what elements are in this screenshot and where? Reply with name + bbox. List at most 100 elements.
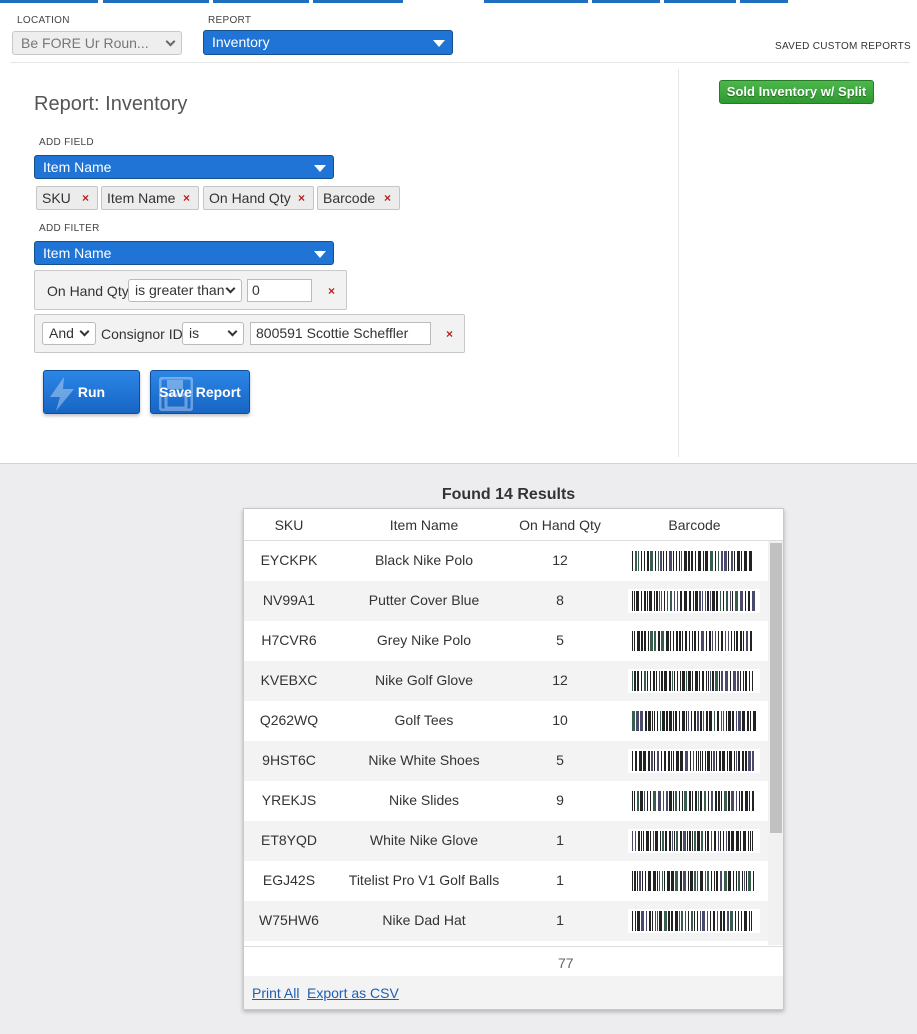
caret-down-icon <box>314 165 326 172</box>
filter-field: Consignor ID <box>101 326 183 342</box>
print-all-link[interactable]: Print All <box>252 985 299 1001</box>
table-footer: 77 <box>244 946 783 976</box>
column-header-sku[interactable]: SKU <box>244 517 334 533</box>
results-count: Found 14 Results <box>441 486 576 503</box>
filter-operator-select[interactable]: is <box>182 322 244 345</box>
report-select[interactable]: Inventory <box>203 30 453 55</box>
remove-icon[interactable]: × <box>298 187 305 209</box>
cell-on-hand-qty: 1 <box>556 832 564 848</box>
add-filter-value: Item Name <box>43 245 112 261</box>
caret-down-icon <box>433 40 445 47</box>
table-row[interactable]: NV99A1 Putter Cover Blue 8 <box>244 581 768 621</box>
run-button[interactable]: Run <box>43 370 140 414</box>
cell-sku: H7CVR6 <box>261 632 317 648</box>
cell-sku: W75HW6 <box>259 912 319 928</box>
cell-on-hand-qty: 12 <box>552 552 568 568</box>
barcode-image <box>628 709 760 733</box>
table-row[interactable]: EYCKPK Black Nike Polo 12 <box>244 541 768 581</box>
column-header-item-name[interactable]: Item Name <box>334 517 514 533</box>
table-row[interactable]: H7CVR6 Grey Nike Polo 5 <box>244 621 768 661</box>
field-chip-label: Barcode <box>323 190 376 206</box>
export-csv-link[interactable]: Export as CSV <box>307 985 399 1001</box>
cell-on-hand-qty: 1 <box>556 912 564 928</box>
cell-item-name: Nike Golf Glove <box>374 672 474 688</box>
add-field-label: ADD FIELD <box>39 137 94 148</box>
table-body[interactable]: EYCKPK Black Nike Polo 12 NV99A1 Putter Cove… <box>244 541 768 945</box>
field-chip-label: Item Name <box>107 190 176 206</box>
cell-sku: EYCKPK <box>260 552 318 568</box>
location-select[interactable]: Be FORE Ur Roun... <box>12 31 182 55</box>
filter-operator-select[interactable]: is greater than <box>128 279 242 302</box>
cell-sku: KVEBXC <box>260 672 318 688</box>
report-label: REPORT <box>208 15 252 26</box>
filter-field: On Hand Qty <box>47 283 129 299</box>
filter-operator-value: is greater than <box>135 282 225 298</box>
barcode-image <box>628 669 760 693</box>
saved-custom-reports-link[interactable]: SAVED CUSTOM REPORTS <box>775 41 911 52</box>
remove-filter-icon[interactable]: × <box>446 327 453 341</box>
add-filter-label: ADD FILTER <box>39 223 100 234</box>
cell-sku: 9HST6C <box>262 752 316 768</box>
chevron-down-icon <box>227 326 238 337</box>
field-chip-label: On Hand Qty <box>209 190 291 206</box>
add-field-select[interactable]: Item Name <box>34 155 334 179</box>
filter-value-input[interactable]: 0 <box>247 279 312 302</box>
divider <box>678 69 679 457</box>
filter-row-2: And Consignor ID is 800591 Scottie Schef… <box>34 314 465 353</box>
column-header-barcode[interactable]: Barcode <box>606 517 783 533</box>
cell-on-hand-qty: 5 <box>556 632 564 648</box>
cell-on-hand-qty: 9 <box>556 792 564 808</box>
table-row[interactable]: YREKJS Nike Slides 9 <box>244 781 768 821</box>
cell-item-name: Nike Dad Hat <box>382 912 466 928</box>
cell-item-name: Grey Nike Polo <box>376 632 472 648</box>
divider <box>10 62 910 63</box>
scrollbar-thumb[interactable] <box>770 543 782 833</box>
field-chip-item-name: Item Name × <box>101 186 199 210</box>
remove-icon[interactable]: × <box>183 187 190 209</box>
table-actions: Print All Export as CSV <box>244 976 783 1009</box>
lightning-icon <box>50 377 74 411</box>
cell-item-name: Nike White Shoes <box>368 752 480 768</box>
cell-item-name: Golf Tees <box>394 712 454 728</box>
add-filter-select[interactable]: Item Name <box>34 241 334 265</box>
table-row[interactable]: KVEBXC Nike Golf Glove 12 <box>244 661 768 701</box>
cell-on-hand-qty: 10 <box>552 712 568 728</box>
cell-sku: EGJ42S <box>262 872 316 888</box>
cell-item-name: Putter Cover Blue <box>368 592 480 608</box>
cell-sku: YREKJS <box>261 792 317 808</box>
barcode-image <box>628 589 760 613</box>
barcode-image <box>628 869 760 893</box>
table-row[interactable]: W75HW6 Nike Dad Hat 1 <box>244 901 768 941</box>
barcode-image <box>628 549 760 573</box>
chevron-down-icon <box>79 326 90 337</box>
table-row[interactable]: 9HST6C Nike White Shoes 5 <box>244 741 768 781</box>
cell-item-name: White Nike Glove <box>369 832 479 848</box>
remove-icon[interactable]: × <box>384 187 391 209</box>
results-table: SKU Item Name On Hand Qty Barcode EYCKPK… <box>243 508 784 1010</box>
cell-item-name: Black Nike Polo <box>374 552 474 568</box>
cell-on-hand-qty: 8 <box>556 592 564 608</box>
location-label: LOCATION <box>17 15 70 26</box>
field-chip-sku: SKU × <box>36 186 98 210</box>
cell-sku: NV99A1 <box>262 592 316 608</box>
filter-value-input[interactable]: 800591 Scottie Scheffler <box>250 322 431 345</box>
cell-on-hand-qty: 1 <box>556 872 564 888</box>
barcode-image <box>628 909 760 933</box>
remove-filter-icon[interactable]: × <box>328 284 335 298</box>
cell-on-hand-qty: 12 <box>552 672 568 688</box>
saved-report-button[interactable]: Sold Inventory w/ Split <box>719 80 874 104</box>
page-title: Report: Inventory <box>34 93 188 115</box>
run-label: Run <box>77 384 106 400</box>
filter-conjunction-select[interactable]: And <box>42 322 96 345</box>
filter-conjunction-value: And <box>49 325 74 341</box>
save-report-button[interactable]: Save Report <box>150 370 250 414</box>
field-chip-on-hand-qty: On Hand Qty × <box>203 186 314 210</box>
table-row[interactable]: ET8YQD White Nike Glove 1 <box>244 821 768 861</box>
cell-on-hand-qty: 5 <box>556 752 564 768</box>
remove-icon[interactable]: × <box>82 187 89 209</box>
table-row[interactable]: EGJ42S Titelist Pro V1 Golf Balls 1 <box>244 861 768 901</box>
chevron-down-icon <box>225 283 236 294</box>
column-header-on-hand-qty[interactable]: On Hand Qty <box>514 517 606 533</box>
table-header: SKU Item Name On Hand Qty Barcode <box>244 509 783 541</box>
table-row[interactable]: Q262WQ Golf Tees 10 <box>244 701 768 741</box>
